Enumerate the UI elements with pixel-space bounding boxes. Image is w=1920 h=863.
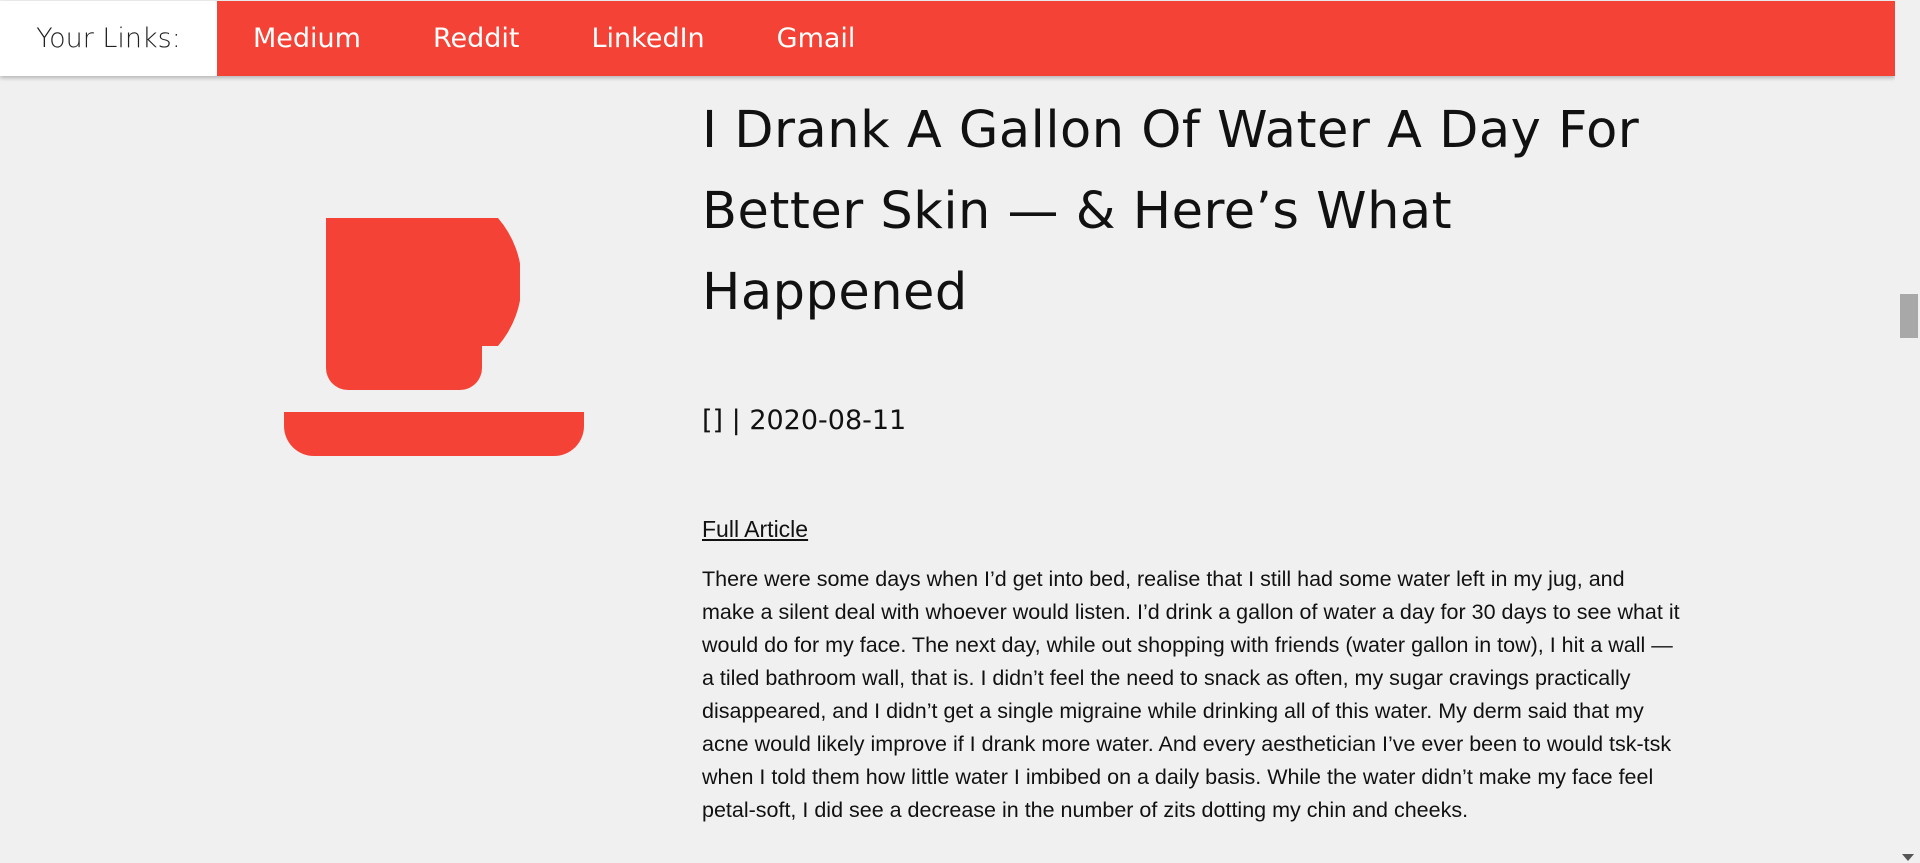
full-article-link[interactable]: Full Article: [702, 516, 808, 543]
scrollbar-thumb[interactable]: [1900, 294, 1918, 338]
article-section: I Drank A Gallon Of Water A Day For Bett…: [702, 90, 1682, 827]
scroll-down-arrow-icon[interactable]: [1902, 854, 1914, 861]
cup-body: [326, 218, 522, 390]
article-body: There were some days when I’d get into b…: [702, 567, 1680, 822]
cup-handle-hole: [520, 250, 559, 310]
article-meta: [] | 2020-08-11: [702, 405, 907, 436]
coffee-cup-icon: [284, 218, 584, 456]
nav-link-gmail[interactable]: Gmail: [777, 23, 856, 54]
vertical-scrollbar[interactable]: [1895, 0, 1920, 863]
nav-link-reddit[interactable]: Reddit: [433, 23, 520, 54]
top-navigation-bar: Your Links: Medium Reddit LinkedIn Gmail: [0, 1, 1895, 76]
cup-saucer: [284, 412, 584, 456]
your-links-label: Your Links:: [0, 1, 217, 76]
nav-link-linkedin[interactable]: LinkedIn: [592, 23, 705, 54]
nav-link-medium[interactable]: Medium: [253, 23, 361, 54]
article-title: I Drank A Gallon Of Water A Day For Bett…: [702, 101, 1640, 322]
